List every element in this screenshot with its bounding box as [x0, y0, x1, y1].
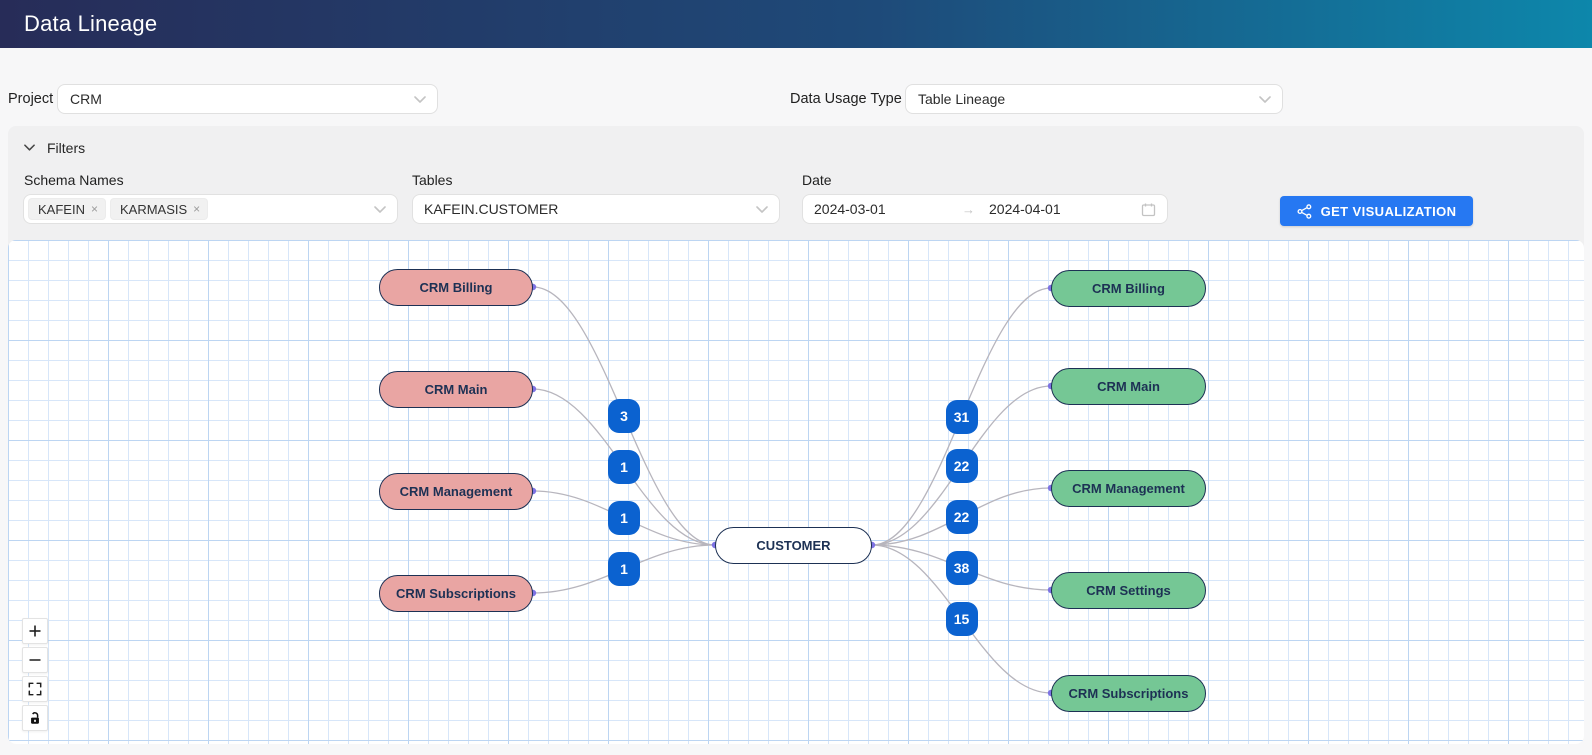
data-usage-type-label: Data Usage Type [790, 84, 902, 114]
filters-title: Filters [47, 140, 85, 156]
schema-tag-label: KAFEIN [38, 202, 85, 217]
edge-count-badge: 1 [608, 552, 640, 586]
schema-tag-label: KARMASIS [120, 202, 187, 217]
project-select[interactable]: CRM [57, 84, 438, 114]
fit-view-icon [28, 682, 42, 696]
source-node-crm-billing[interactable]: CRM Billing [379, 269, 533, 306]
app-header: Data Lineage [0, 0, 1592, 48]
filters-collapse-toggle[interactable]: Filters [24, 138, 85, 158]
chevron-down-icon [414, 96, 426, 104]
lock-toggle-button[interactable] [22, 705, 48, 731]
tables-label: Tables [412, 172, 452, 188]
share-icon [1297, 204, 1312, 219]
chevron-down-icon [24, 144, 35, 152]
remove-tag-icon[interactable]: × [193, 203, 200, 215]
remove-tag-icon[interactable]: × [91, 203, 98, 215]
schema-tag: KARMASIS × [110, 198, 208, 220]
center-node-customer[interactable]: CUSTOMER [715, 527, 872, 564]
canvas-controls [22, 618, 48, 731]
schema-tag: KAFEIN × [28, 198, 106, 220]
plus-icon [28, 624, 42, 638]
lineage-canvas[interactable]: CRM Billing 3 CRM Main 1 CRM Management 1 CRM … [8, 240, 1584, 744]
source-node-crm-main[interactable]: CRM Main [379, 371, 533, 408]
calendar-icon[interactable] [1141, 202, 1156, 217]
fit-view-button[interactable] [22, 676, 48, 702]
edge-count-badge: 15 [946, 602, 978, 636]
edge-count-badge: 1 [608, 501, 640, 535]
date-start-input[interactable]: 2024-03-01 [814, 201, 962, 217]
project-select-value: CRM [70, 91, 102, 107]
target-node-crm-management[interactable]: CRM Management [1051, 470, 1206, 507]
tables-select[interactable]: KAFEIN.CUSTOMER [412, 194, 780, 224]
schema-names-select[interactable]: KAFEIN × KARMASIS × [23, 194, 398, 224]
project-label: Project [8, 84, 53, 114]
tables-select-value: KAFEIN.CUSTOMER [424, 201, 558, 217]
range-arrow-icon: → [962, 202, 989, 217]
lock-open-icon [28, 711, 42, 725]
filters-panel: Filters Schema Names Tables Date KAFEIN ×… [8, 126, 1584, 744]
get-visualization-label: GET VISUALIZATION [1321, 204, 1457, 219]
edge-count-badge: 31 [946, 400, 978, 434]
date-label: Date [802, 172, 832, 188]
target-node-crm-billing[interactable]: CRM Billing [1051, 270, 1206, 307]
data-usage-type-select-value: Table Lineage [918, 91, 1005, 107]
target-node-crm-subscriptions[interactable]: CRM Subscriptions [1051, 675, 1206, 712]
edges-layer [8, 240, 1584, 744]
edge-count-badge: 22 [946, 500, 978, 534]
edge-count-badge: 1 [608, 450, 640, 484]
zoom-in-button[interactable] [22, 618, 48, 644]
chevron-down-icon [1259, 96, 1271, 104]
target-node-crm-main[interactable]: CRM Main [1051, 368, 1206, 405]
schema-names-label: Schema Names [24, 172, 124, 188]
date-end-input[interactable]: 2024-04-01 [989, 201, 1133, 217]
edge-count-badge: 3 [608, 399, 640, 433]
target-node-crm-settings[interactable]: CRM Settings [1051, 572, 1206, 609]
edge-count-badge: 38 [946, 551, 978, 585]
minus-icon [28, 653, 42, 667]
date-range-picker[interactable]: 2024-03-01 → 2024-04-01 [802, 194, 1168, 224]
chevron-down-icon [374, 206, 386, 214]
source-node-crm-subscriptions[interactable]: CRM Subscriptions [379, 575, 533, 612]
data-usage-type-select[interactable]: Table Lineage [905, 84, 1283, 114]
edge-count-badge: 22 [946, 449, 978, 483]
get-visualization-button[interactable]: GET VISUALIZATION [1280, 196, 1473, 226]
page-title: Data Lineage [24, 11, 157, 37]
chevron-down-icon [756, 206, 768, 214]
zoom-out-button[interactable] [22, 647, 48, 673]
source-node-crm-management[interactable]: CRM Management [379, 473, 533, 510]
